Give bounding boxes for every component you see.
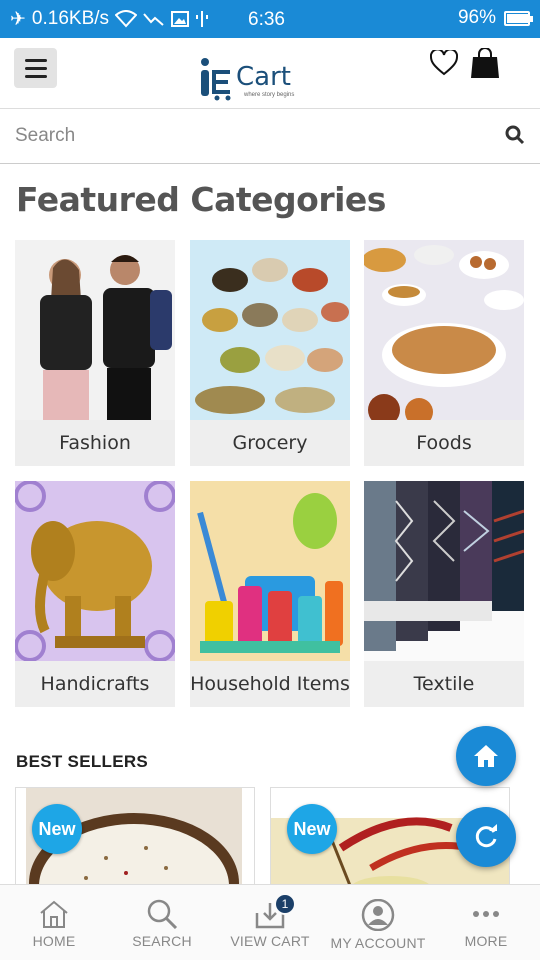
category-card-grocery[interactable]: Grocery bbox=[190, 240, 350, 466]
category-card-household-items[interactable]: Household Items bbox=[190, 481, 350, 707]
more-icon bbox=[473, 911, 499, 917]
status-bar: ✈ 0.16KB/s 6:36 96% bbox=[0, 0, 540, 38]
battery-icon bbox=[504, 10, 533, 26]
category-card-foods[interactable]: Foods bbox=[364, 240, 524, 466]
refresh-icon bbox=[475, 824, 497, 848]
cart-count-badge: 1 bbox=[274, 893, 296, 915]
nav-label: MY ACCOUNT bbox=[330, 935, 426, 951]
category-label: Fashion bbox=[15, 420, 175, 466]
category-label: Foods bbox=[364, 420, 524, 466]
refresh-fab-button[interactable] bbox=[456, 807, 516, 867]
clock: 6:36 bbox=[248, 9, 285, 30]
airplane-mode-icon: ✈ bbox=[10, 8, 26, 30]
category-card-handicrafts[interactable]: Handicrafts bbox=[15, 481, 175, 707]
foods-image bbox=[364, 240, 524, 420]
nav-search[interactable]: SEARCH bbox=[108, 885, 216, 960]
wifi-icon bbox=[115, 10, 138, 28]
nav-more[interactable]: MORE bbox=[432, 885, 540, 960]
category-card-fashion[interactable]: Fashion bbox=[15, 240, 175, 466]
image-notification-icon bbox=[171, 11, 190, 27]
wishlist-heart-icon[interactable] bbox=[430, 50, 458, 76]
nav-my-account[interactable]: MY ACCOUNT bbox=[324, 885, 432, 960]
nav-label: HOME bbox=[32, 933, 76, 949]
logo-tagline: where story begins bbox=[244, 92, 295, 98]
bottom-navigation: HOME SEARCH 1 VIEW CART MY ACCOUNT MORE bbox=[0, 884, 540, 960]
nav-label: MORE bbox=[464, 933, 508, 949]
search-input[interactable] bbox=[15, 116, 495, 156]
household-items-image bbox=[190, 481, 350, 661]
ecart-logo[interactable]: Cart where story begins bbox=[198, 52, 308, 102]
account-icon bbox=[361, 899, 395, 931]
nav-label: SEARCH bbox=[132, 933, 192, 949]
category-label: Textile bbox=[364, 661, 524, 707]
signal-trend-icon bbox=[143, 13, 164, 26]
search-icon[interactable] bbox=[505, 125, 525, 145]
logo-text: Cart bbox=[236, 62, 291, 92]
handicrafts-image bbox=[15, 481, 175, 661]
hamburger-menu-button[interactable] bbox=[14, 48, 57, 88]
product-card[interactable]: New bbox=[15, 787, 255, 897]
category-label: Grocery bbox=[190, 420, 350, 466]
home-icon bbox=[474, 745, 498, 767]
search-icon bbox=[147, 899, 178, 929]
battery-percent: 96% bbox=[457, 7, 496, 28]
nav-home[interactable]: HOME bbox=[0, 885, 108, 960]
search-bar bbox=[0, 108, 540, 164]
best-sellers-title: BEST SELLERS bbox=[16, 752, 149, 771]
new-badge: New bbox=[287, 804, 337, 854]
network-speed: 0.16KB/s bbox=[31, 8, 110, 29]
category-label: Household Items bbox=[190, 661, 350, 707]
home-icon bbox=[40, 900, 68, 928]
new-badge: New bbox=[32, 804, 82, 854]
nav-label: VIEW CART bbox=[230, 933, 310, 949]
nav-view-cart[interactable]: 1 VIEW CART bbox=[216, 885, 324, 960]
category-card-textile[interactable]: Textile bbox=[364, 481, 524, 707]
textile-image bbox=[364, 481, 524, 661]
featured-categories-title: Featured Categories bbox=[16, 180, 386, 219]
shopping-bag-icon[interactable] bbox=[470, 48, 500, 80]
home-fab-button[interactable] bbox=[456, 726, 516, 786]
fashion-image bbox=[15, 240, 175, 420]
grocery-image bbox=[190, 240, 350, 420]
app-header: Cart where story begins bbox=[0, 38, 540, 108]
usb-icon bbox=[196, 11, 209, 27]
category-label: Handicrafts bbox=[15, 661, 175, 707]
